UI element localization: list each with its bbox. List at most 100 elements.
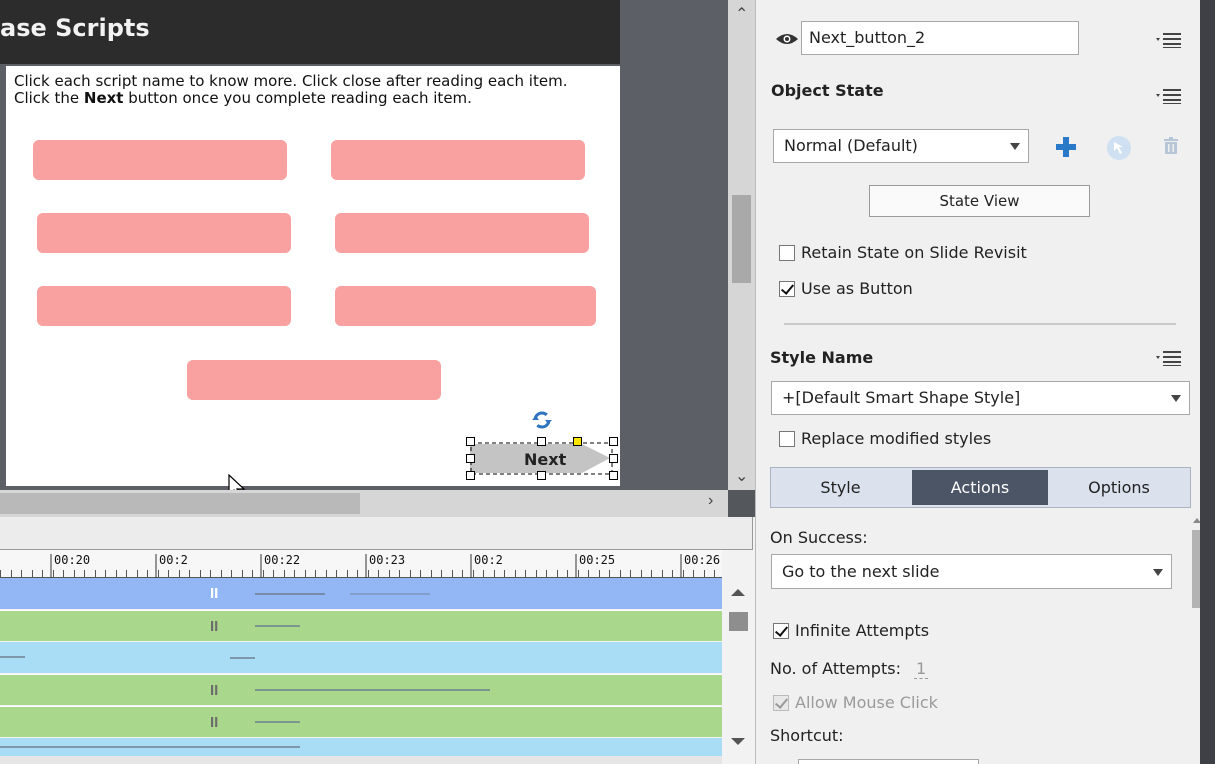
property-inspector: Next_button_2 Object State Normal (Defau… — [755, 0, 1200, 764]
tick-label: 00:26 — [684, 553, 721, 567]
use-as-button-label: Use as Button — [801, 279, 913, 298]
style-name-select[interactable]: +[Default Smart Shape Style] — [771, 381, 1190, 415]
tick-label: 00:2 — [474, 553, 503, 567]
on-success-value: Go to the next slide — [782, 562, 940, 581]
reset-state-icon[interactable] — [1105, 134, 1133, 162]
script-button-7[interactable] — [187, 360, 441, 400]
resize-handle[interactable] — [466, 454, 475, 463]
resize-handle[interactable] — [537, 471, 546, 480]
eye-icon[interactable] — [775, 31, 799, 47]
scroll-thumb[interactable] — [732, 195, 751, 283]
scroll-thumb[interactable] — [0, 493, 360, 514]
timeline-track[interactable] — [0, 642, 722, 673]
app-window: ase Scripts Click each script name to kn… — [0, 0, 1215, 764]
timeline-ruler[interactable]: 00:20 00:2 00:22 00:23 00:2 00:25 00:26 — [0, 550, 722, 578]
object-state-select[interactable]: Normal (Default) — [773, 129, 1029, 163]
attempts-label: No. of Attempts: — [770, 659, 901, 678]
tick-label: 00:23 — [369, 553, 406, 567]
script-button-4[interactable] — [335, 213, 589, 253]
pause-icon[interactable]: II — [210, 714, 218, 731]
scroll-down-icon[interactable]: ⌄ — [735, 466, 748, 486]
tick-label: 00:2 — [159, 553, 188, 567]
script-button-2[interactable] — [331, 140, 585, 180]
resize-handle[interactable] — [609, 454, 618, 463]
scroll-up-icon[interactable]: ⌃ — [735, 4, 748, 24]
timeline-panel: 00:20 00:2 00:22 00:23 00:2 00:25 00:26 … — [0, 517, 755, 764]
script-button-6[interactable] — [335, 286, 596, 326]
script-button-1[interactable] — [33, 140, 287, 180]
tab-options[interactable]: Options — [1052, 470, 1186, 505]
object-state-menu-icon[interactable] — [1156, 88, 1182, 104]
timeline-toolbar — [0, 517, 753, 550]
resize-handle[interactable] — [466, 471, 475, 480]
instruction-line-1: Click each script name to know more. Cli… — [14, 72, 568, 90]
chevron-down-icon — [1171, 395, 1181, 402]
replace-styles-label: Replace modified styles — [801, 429, 992, 448]
section-divider — [784, 323, 1176, 325]
resize-handle[interactable] — [537, 437, 546, 446]
slide-title: ase Scripts — [0, 14, 150, 42]
track-label — [255, 593, 325, 595]
timeline-track[interactable]: II — [0, 674, 722, 705]
resize-handle[interactable] — [609, 437, 618, 446]
script-button-5[interactable] — [37, 286, 291, 326]
infinite-attempts-checkbox[interactable] — [773, 623, 789, 639]
track-label — [0, 656, 25, 658]
timeline-track[interactable]: II — [0, 706, 722, 737]
on-success-select[interactable]: Go to the next slide — [771, 554, 1172, 589]
tick-label: 00:20 — [54, 553, 91, 567]
resize-handle[interactable] — [466, 437, 475, 446]
shortcut-label: Shortcut: — [770, 726, 844, 745]
style-name-value: +[Default Smart Shape Style] — [782, 388, 1021, 407]
use-as-button-checkbox[interactable] — [779, 281, 795, 297]
retain-state-checkbox[interactable] — [779, 245, 795, 261]
timeline-scroll-arrows[interactable] — [722, 578, 755, 764]
action-tabs: Style Actions Options — [770, 467, 1191, 508]
delete-state-icon[interactable] — [1161, 136, 1181, 156]
tab-actions[interactable]: Actions — [912, 470, 1048, 505]
scroll-right-icon[interactable]: › — [708, 492, 713, 510]
track-label — [230, 657, 255, 659]
slide-title-bar: ase Scripts — [0, 0, 620, 64]
chevron-down-icon — [1010, 143, 1020, 150]
cursor-icon — [228, 473, 248, 490]
timeline-vertical-scrollbar[interactable] — [722, 578, 755, 764]
stage-horizontal-scrollbar[interactable]: › — [0, 490, 728, 517]
allow-mouse-click-checkbox[interactable] — [773, 695, 789, 711]
pause-icon[interactable]: II — [210, 585, 218, 602]
add-state-icon[interactable] — [1054, 135, 1078, 159]
track-label — [255, 689, 490, 691]
retain-state-label: Retain State on Slide Revisit — [801, 243, 1027, 262]
pause-icon[interactable]: II — [210, 682, 218, 699]
allow-mouse-click-label: Allow Mouse Click — [795, 693, 938, 712]
replace-styles-checkbox[interactable] — [779, 431, 795, 447]
resize-handle[interactable] — [609, 471, 618, 480]
stage-vertical-scrollbar[interactable]: ⌃ ⌄ — [728, 0, 755, 490]
shortcut-field[interactable] — [798, 759, 979, 764]
track-label — [350, 593, 430, 595]
track-label — [255, 625, 300, 627]
timeline-track[interactable]: II — [0, 610, 722, 641]
window-edge — [1200, 0, 1215, 764]
timeline-track[interactable] — [0, 738, 722, 756]
tick-label: 00:25 — [579, 553, 616, 567]
attempts-value[interactable]: 1 — [914, 659, 929, 679]
style-name-heading: Style Name — [770, 348, 874, 367]
state-view-button[interactable]: State View — [869, 185, 1090, 217]
tab-style[interactable]: Style — [773, 470, 908, 505]
script-button-3[interactable] — [37, 213, 291, 253]
instruction-text: button once you complete reading each it… — [123, 89, 472, 107]
object-state-heading: Object State — [771, 81, 884, 100]
rotate-icon[interactable] — [528, 406, 556, 434]
next-button-label: Next — [524, 450, 567, 469]
style-menu-icon[interactable] — [1156, 350, 1182, 366]
panel-menu-icon[interactable] — [1156, 32, 1182, 48]
instruction-line-2: Click the Next button once you complete … — [14, 90, 567, 107]
object-name-field[interactable]: Next_button_2 — [801, 21, 1079, 55]
timeline-track[interactable]: II — [0, 578, 722, 609]
stage-area: ase Scripts Click each script name to kn… — [0, 0, 728, 490]
slide-instructions: Click each script name to know more. Cli… — [14, 73, 567, 107]
instruction-text: Click the — [14, 89, 84, 107]
pause-icon[interactable]: II — [210, 618, 218, 635]
shape-adjust-handle[interactable] — [573, 437, 582, 446]
